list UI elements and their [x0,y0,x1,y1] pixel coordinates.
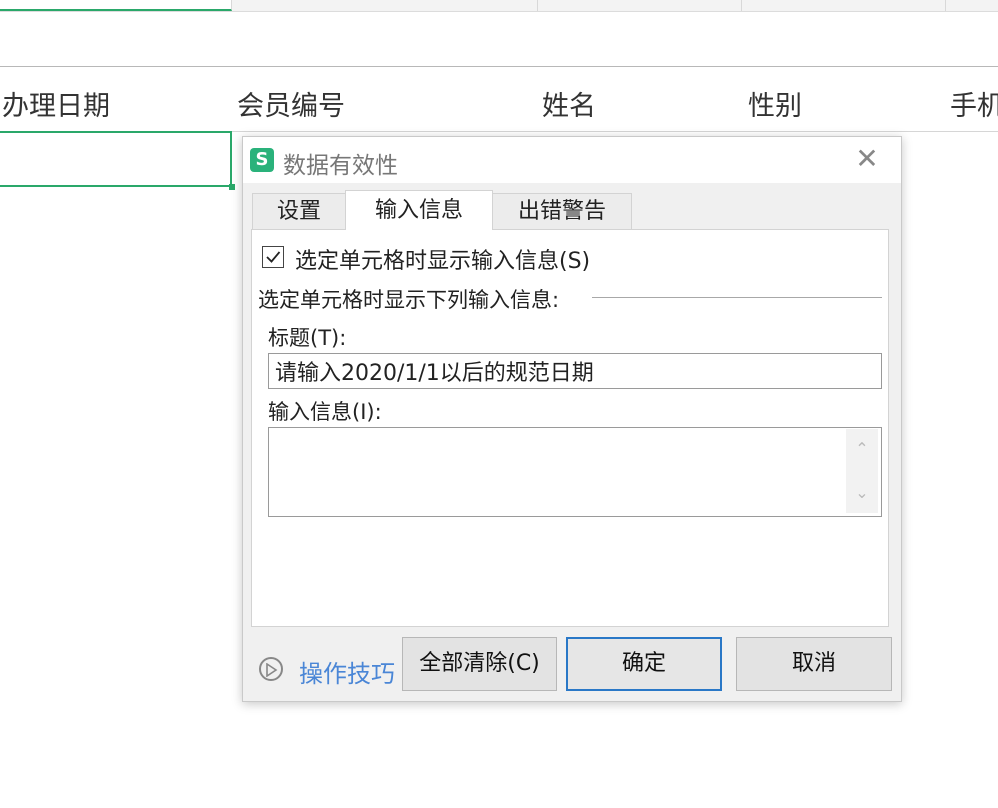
title-input[interactable] [268,353,882,389]
header-cell-member-id[interactable]: 会员编号 [237,84,345,123]
dialog-title: 数据有效性 [283,153,398,179]
title-field-label: 标题(T): [268,326,347,350]
data-validation-dialog: S 数据有效性 ✕ 设置 输入信息 出错警告 选定单元格时显示输入信息(S) 选… [242,136,902,702]
dialog-titlebar[interactable]: S 数据有效性 ✕ [243,137,901,183]
selected-cell[interactable] [0,131,232,187]
show-input-checkbox-label[interactable]: 选定单元格时显示输入信息(S) [295,243,590,275]
tab-error-alert[interactable]: 出错警告 [492,193,632,229]
header-cell-date[interactable]: 办理日期 [2,84,110,123]
cancel-button[interactable]: 取消 [736,637,892,691]
scroll-up-icon[interactable]: ⌃ [846,437,878,461]
input-message-group-label: 选定单元格时显示下列输入信息: [258,284,566,314]
checkmark-icon [266,251,281,263]
message-textarea[interactable] [268,427,882,517]
tab-settings[interactable]: 设置 [252,193,346,229]
sheet-tab-strip [0,0,998,12]
sheet-tab[interactable] [537,0,742,11]
message-scrollbar[interactable]: ⌃ ⌄ [846,429,878,513]
tab-input-message[interactable]: 输入信息 [345,190,493,230]
show-input-checkbox[interactable] [262,246,284,268]
play-triangle-icon [266,663,278,677]
header-row-top-border [0,66,998,67]
message-field-label: 输入信息(I): [268,400,382,424]
header-cell-gender[interactable]: 性别 [748,84,802,123]
input-message-panel: 选定单元格时显示输入信息(S) 选定单元格时显示下列输入信息: 标题(T): 输… [251,229,889,627]
scroll-down-icon[interactable]: ⌄ [846,481,878,505]
wps-sheet-app-icon: S [250,148,274,172]
play-circle-icon [259,657,283,681]
ok-button[interactable]: 确定 [566,637,722,691]
sheet-tab[interactable] [741,0,946,11]
clear-all-button[interactable]: 全部清除(C) [402,637,557,691]
header-cell-name[interactable]: 姓名 [542,84,596,123]
sheet-tab[interactable] [232,0,538,11]
fill-handle[interactable] [229,184,235,190]
close-icon[interactable]: ✕ [849,145,885,175]
operation-tips-link[interactable]: 操作技巧 [299,654,395,689]
group-divider [592,297,882,298]
sheet-tab-active[interactable] [0,0,232,11]
header-cell-phone[interactable]: 手机 [950,84,998,123]
